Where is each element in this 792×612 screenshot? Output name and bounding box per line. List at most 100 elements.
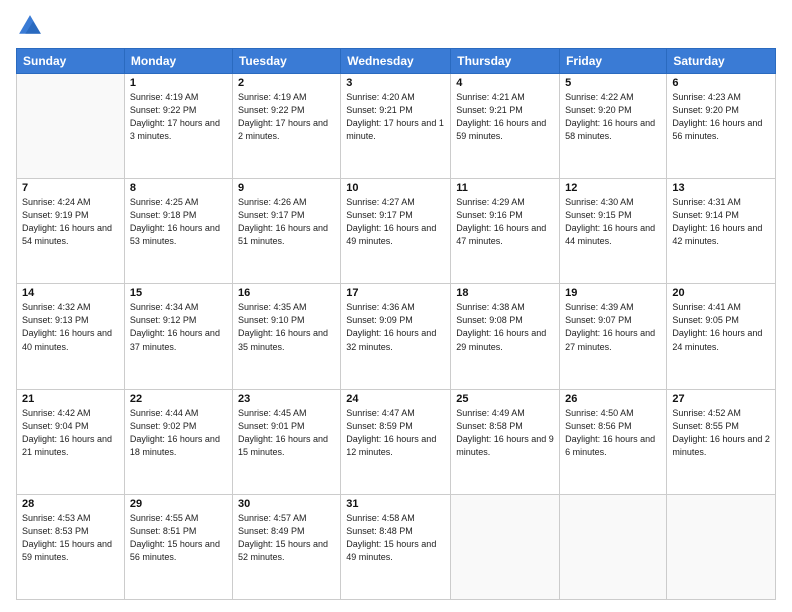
calendar-cell: 22 Sunrise: 4:44 AMSunset: 9:02 PMDayligh… [124,389,232,494]
day-info: Sunrise: 4:57 AMSunset: 8:49 PMDaylight:… [238,512,335,564]
day-info: Sunrise: 4:52 AMSunset: 8:55 PMDaylight:… [672,407,770,459]
calendar-cell [560,494,667,599]
day-number: 6 [672,77,770,89]
day-info: Sunrise: 4:24 AMSunset: 9:19 PMDaylight:… [22,196,119,248]
day-number: 30 [238,498,335,510]
day-number: 3 [346,77,445,89]
week-row-4: 21 Sunrise: 4:42 AMSunset: 9:04 PMDayligh… [17,389,776,494]
day-info: Sunrise: 4:29 AMSunset: 9:16 PMDaylight:… [456,196,554,248]
day-number: 26 [565,393,661,405]
day-number: 16 [238,287,335,299]
calendar-cell: 8Sunrise: 4:25 AMSunset: 9:18 PMDaylight… [124,179,232,284]
day-number: 14 [22,287,119,299]
header [16,12,776,40]
day-number: 9 [238,182,335,194]
calendar-cell: 14 Sunrise: 4:32 AMSunset: 9:13 PMDayligh… [17,284,125,389]
day-number: 1 [130,77,227,89]
day-number: 2 [238,77,335,89]
day-number: 15 [130,287,227,299]
day-number: 11 [456,182,554,194]
page: SundayMondayTuesdayWednesdayThursdayFrid… [0,0,792,612]
week-row-5: 28 Sunrise: 4:53 AMSunset: 8:53 PMDayligh… [17,494,776,599]
day-number: 28 [22,498,119,510]
calendar-cell: 18 Sunrise: 4:38 AMSunset: 9:08 PMDayligh… [451,284,560,389]
day-info: Sunrise: 4:32 AMSunset: 9:13 PMDaylight:… [22,301,119,353]
weekday-header-tuesday: Tuesday [232,49,340,74]
day-info: Sunrise: 4:34 AMSunset: 9:12 PMDaylight:… [130,301,227,353]
day-number: 27 [672,393,770,405]
week-row-1: 1 Sunrise: 4:19 AMSunset: 9:22 PMDaylight… [17,74,776,179]
weekday-header-thursday: Thursday [451,49,560,74]
logo [16,12,48,40]
calendar-cell: 9Sunrise: 4:26 AMSunset: 9:17 PMDaylight… [232,179,340,284]
day-info: Sunrise: 4:42 AMSunset: 9:04 PMDaylight:… [22,407,119,459]
day-number: 20 [672,287,770,299]
day-info: Sunrise: 4:41 AMSunset: 9:05 PMDaylight:… [672,301,770,353]
day-number: 19 [565,287,661,299]
calendar-cell: 7 Sunrise: 4:24 AMSunset: 9:19 PMDaylight… [17,179,125,284]
calendar-cell [451,494,560,599]
day-info: Sunrise: 4:53 AMSunset: 8:53 PMDaylight:… [22,512,119,564]
day-number: 25 [456,393,554,405]
day-info: Sunrise: 4:19 AMSunset: 9:22 PMDaylight:… [130,91,227,143]
calendar: SundayMondayTuesdayWednesdayThursdayFrid… [16,48,776,600]
day-info: Sunrise: 4:44 AMSunset: 9:02 PMDaylight:… [130,407,227,459]
calendar-table: SundayMondayTuesdayWednesdayThursdayFrid… [16,48,776,600]
weekday-header-sunday: Sunday [17,49,125,74]
day-info: Sunrise: 4:23 AMSunset: 9:20 PMDaylight:… [672,91,770,143]
calendar-cell: 12 Sunrise: 4:30 AMSunset: 9:15 PMDayligh… [560,179,667,284]
day-number: 12 [565,182,661,194]
calendar-cell: 16 Sunrise: 4:35 AMSunset: 9:10 PMDayligh… [232,284,340,389]
weekday-header-wednesday: Wednesday [341,49,451,74]
day-info: Sunrise: 4:35 AMSunset: 9:10 PMDaylight:… [238,301,335,353]
calendar-cell: 29 Sunrise: 4:55 AMSunset: 8:51 PMDayligh… [124,494,232,599]
day-number: 24 [346,393,445,405]
calendar-cell: 30 Sunrise: 4:57 AMSunset: 8:49 PMDayligh… [232,494,340,599]
calendar-cell: 31 Sunrise: 4:58 AMSunset: 8:48 PMDayligh… [341,494,451,599]
calendar-cell: 6 Sunrise: 4:23 AMSunset: 9:20 PMDaylight… [667,74,776,179]
day-info: Sunrise: 4:27 AMSunset: 9:17 PMDaylight:… [346,196,445,248]
weekday-header-monday: Monday [124,49,232,74]
day-number: 7 [22,182,119,194]
calendar-cell: 19 Sunrise: 4:39 AMSunset: 9:07 PMDayligh… [560,284,667,389]
day-info: Sunrise: 4:31 AMSunset: 9:14 PMDaylight:… [672,196,770,248]
calendar-cell: 13 Sunrise: 4:31 AMSunset: 9:14 PMDayligh… [667,179,776,284]
day-info: Sunrise: 4:39 AMSunset: 9:07 PMDaylight:… [565,301,661,353]
day-info: Sunrise: 4:22 AMSunset: 9:20 PMDaylight:… [565,91,661,143]
day-number: 10 [346,182,445,194]
day-info: Sunrise: 4:36 AMSunset: 9:09 PMDaylight:… [346,301,445,353]
day-info: Sunrise: 4:21 AMSunset: 9:21 PMDaylight:… [456,91,554,143]
calendar-cell: 23 Sunrise: 4:45 AMSunset: 9:01 PMDayligh… [232,389,340,494]
day-number: 13 [672,182,770,194]
day-info: Sunrise: 4:45 AMSunset: 9:01 PMDaylight:… [238,407,335,459]
weekday-header-friday: Friday [560,49,667,74]
calendar-cell: 1 Sunrise: 4:19 AMSunset: 9:22 PMDaylight… [124,74,232,179]
day-info: Sunrise: 4:19 AMSunset: 9:22 PMDaylight:… [238,91,335,143]
day-number: 18 [456,287,554,299]
day-number: 29 [130,498,227,510]
day-number: 23 [238,393,335,405]
day-info: Sunrise: 4:30 AMSunset: 9:15 PMDaylight:… [565,196,661,248]
day-number: 22 [130,393,227,405]
calendar-cell: 20 Sunrise: 4:41 AMSunset: 9:05 PMDayligh… [667,284,776,389]
day-info: Sunrise: 4:55 AMSunset: 8:51 PMDaylight:… [130,512,227,564]
day-number: 8 [130,182,227,194]
calendar-cell: 24Sunrise: 4:47 AMSunset: 8:59 PMDayligh… [341,389,451,494]
day-number: 17 [346,287,445,299]
day-number: 4 [456,77,554,89]
weekday-header-saturday: Saturday [667,49,776,74]
calendar-cell: 27 Sunrise: 4:52 AMSunset: 8:55 PMDayligh… [667,389,776,494]
calendar-cell: 28 Sunrise: 4:53 AMSunset: 8:53 PMDayligh… [17,494,125,599]
calendar-cell [17,74,125,179]
day-info: Sunrise: 4:58 AMSunset: 8:48 PMDaylight:… [346,512,445,564]
day-number: 31 [346,498,445,510]
day-info: Sunrise: 4:38 AMSunset: 9:08 PMDaylight:… [456,301,554,353]
calendar-cell: 21 Sunrise: 4:42 AMSunset: 9:04 PMDayligh… [17,389,125,494]
calendar-cell [667,494,776,599]
calendar-cell: 17 Sunrise: 4:36 AMSunset: 9:09 PMDayligh… [341,284,451,389]
calendar-cell: 15 Sunrise: 4:34 AMSunset: 9:12 PMDayligh… [124,284,232,389]
day-number: 21 [22,393,119,405]
calendar-cell: 11 Sunrise: 4:29 AMSunset: 9:16 PMDayligh… [451,179,560,284]
week-row-3: 14 Sunrise: 4:32 AMSunset: 9:13 PMDayligh… [17,284,776,389]
calendar-cell: 4 Sunrise: 4:21 AMSunset: 9:21 PMDaylight… [451,74,560,179]
